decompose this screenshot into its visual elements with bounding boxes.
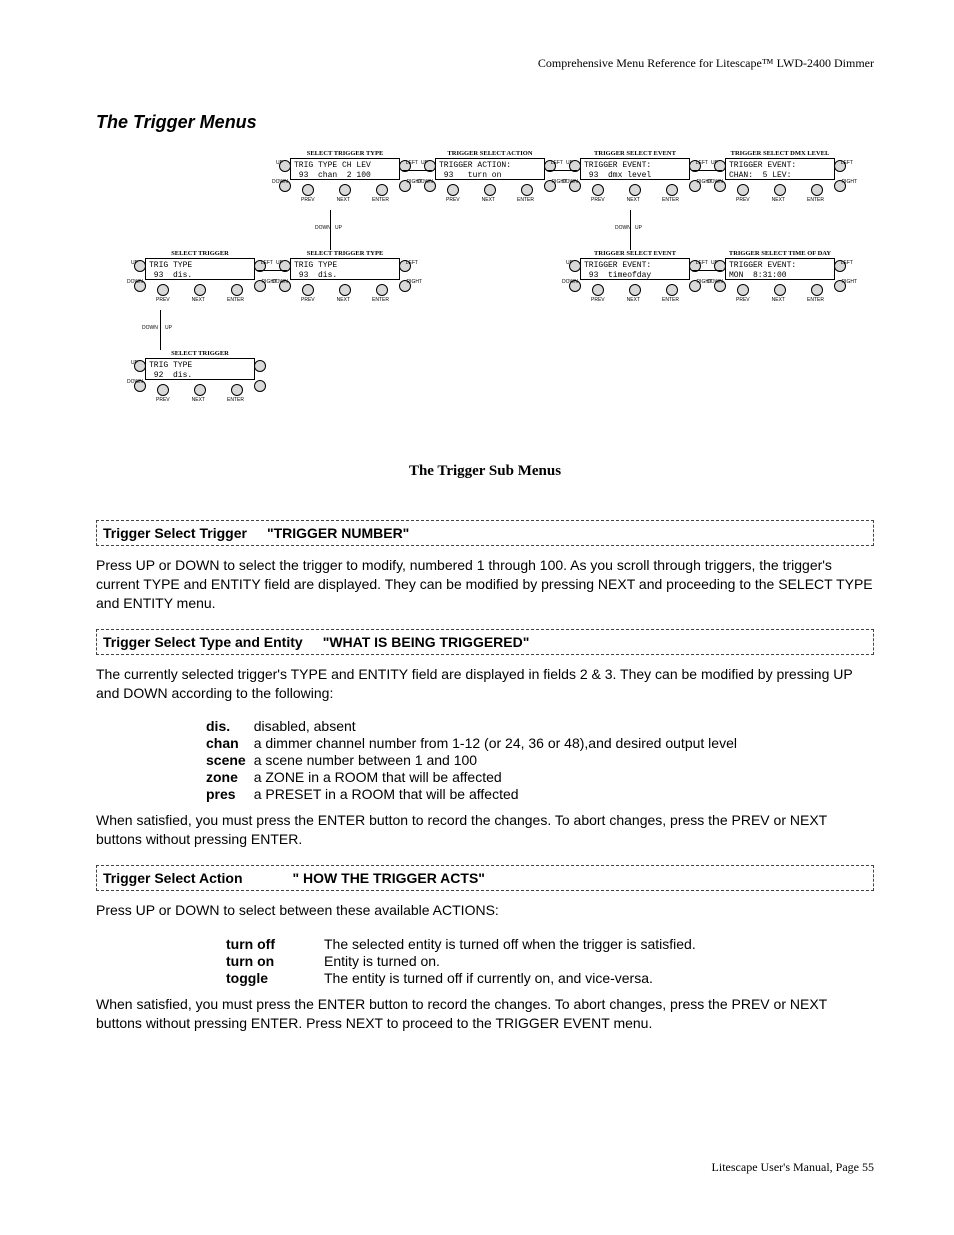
menu-box-select-trigger-type-2: SELECT TRIGGER TYPE UP DOWN LEFT RIGHT T…: [290, 250, 400, 303]
sub-menu-title: The Trigger Sub Menus: [96, 463, 874, 480]
menu-box-dmx-level: TRIGGER SELECT DMX LEVEL UP DOWN LEFT RI…: [725, 150, 835, 203]
menu-box-trigger-event-timeofday: TRIGGER SELECT EVENT UP DOWN LEFT RIGHT …: [580, 250, 690, 303]
para-trigger-select-trigger: Press UP or DOWN to select the trigger t…: [96, 556, 874, 613]
para-enter-to-record-2: When satisfied, you must press the ENTER…: [96, 995, 874, 1033]
menu-box-select-trigger-93: SELECT TRIGGER UP DOWN LEFT RIGHT TRIG T…: [145, 250, 255, 303]
para-trigger-select-action: Press UP or DOWN to select between these…: [96, 901, 874, 920]
section-title: The Trigger Menus: [96, 112, 874, 133]
action-definitions: turn offThe selected entity is turned of…: [226, 936, 704, 987]
heading-trigger-select-trigger: Trigger Select Trigger"TRIGGER NUMBER": [96, 520, 874, 546]
running-header: Comprehensive Menu Reference for Litesca…: [538, 56, 874, 71]
heading-trigger-select-action: Trigger Select Action" HOW THE TRIGGER A…: [96, 865, 874, 891]
menu-box-select-trigger-92: SELECT TRIGGER UP DOWN TRIG TYPE 92 dis.…: [145, 350, 255, 403]
type-entity-definitions: dis.disabled, absent chana dimmer channe…: [206, 718, 745, 803]
menu-diagram: SELECT TRIGGER TYPE UP DOWN LEFT RIGHT T…: [130, 150, 870, 430]
menu-box-time-of-day: TRIGGER SELECT TIME OF DAY UP DOWN LEFT …: [725, 250, 835, 303]
heading-trigger-select-type: Trigger Select Type and Entity"WHAT IS B…: [96, 629, 874, 655]
page-footer: Litescape User's Manual, Page 55: [712, 1160, 874, 1175]
para-enter-to-record-1: When satisfied, you must press the ENTER…: [96, 811, 874, 849]
menu-box-trigger-event-dmx: TRIGGER SELECT EVENT UP DOWN LEFT RIGHT …: [580, 150, 690, 203]
menu-box-select-trigger-type-1: SELECT TRIGGER TYPE UP DOWN LEFT RIGHT T…: [290, 150, 400, 203]
para-trigger-select-type: The currently selected trigger's TYPE an…: [96, 665, 874, 703]
menu-box-trigger-action: TRIGGER SELECT ACTION UP DOWN LEFT RIGHT…: [435, 150, 545, 203]
